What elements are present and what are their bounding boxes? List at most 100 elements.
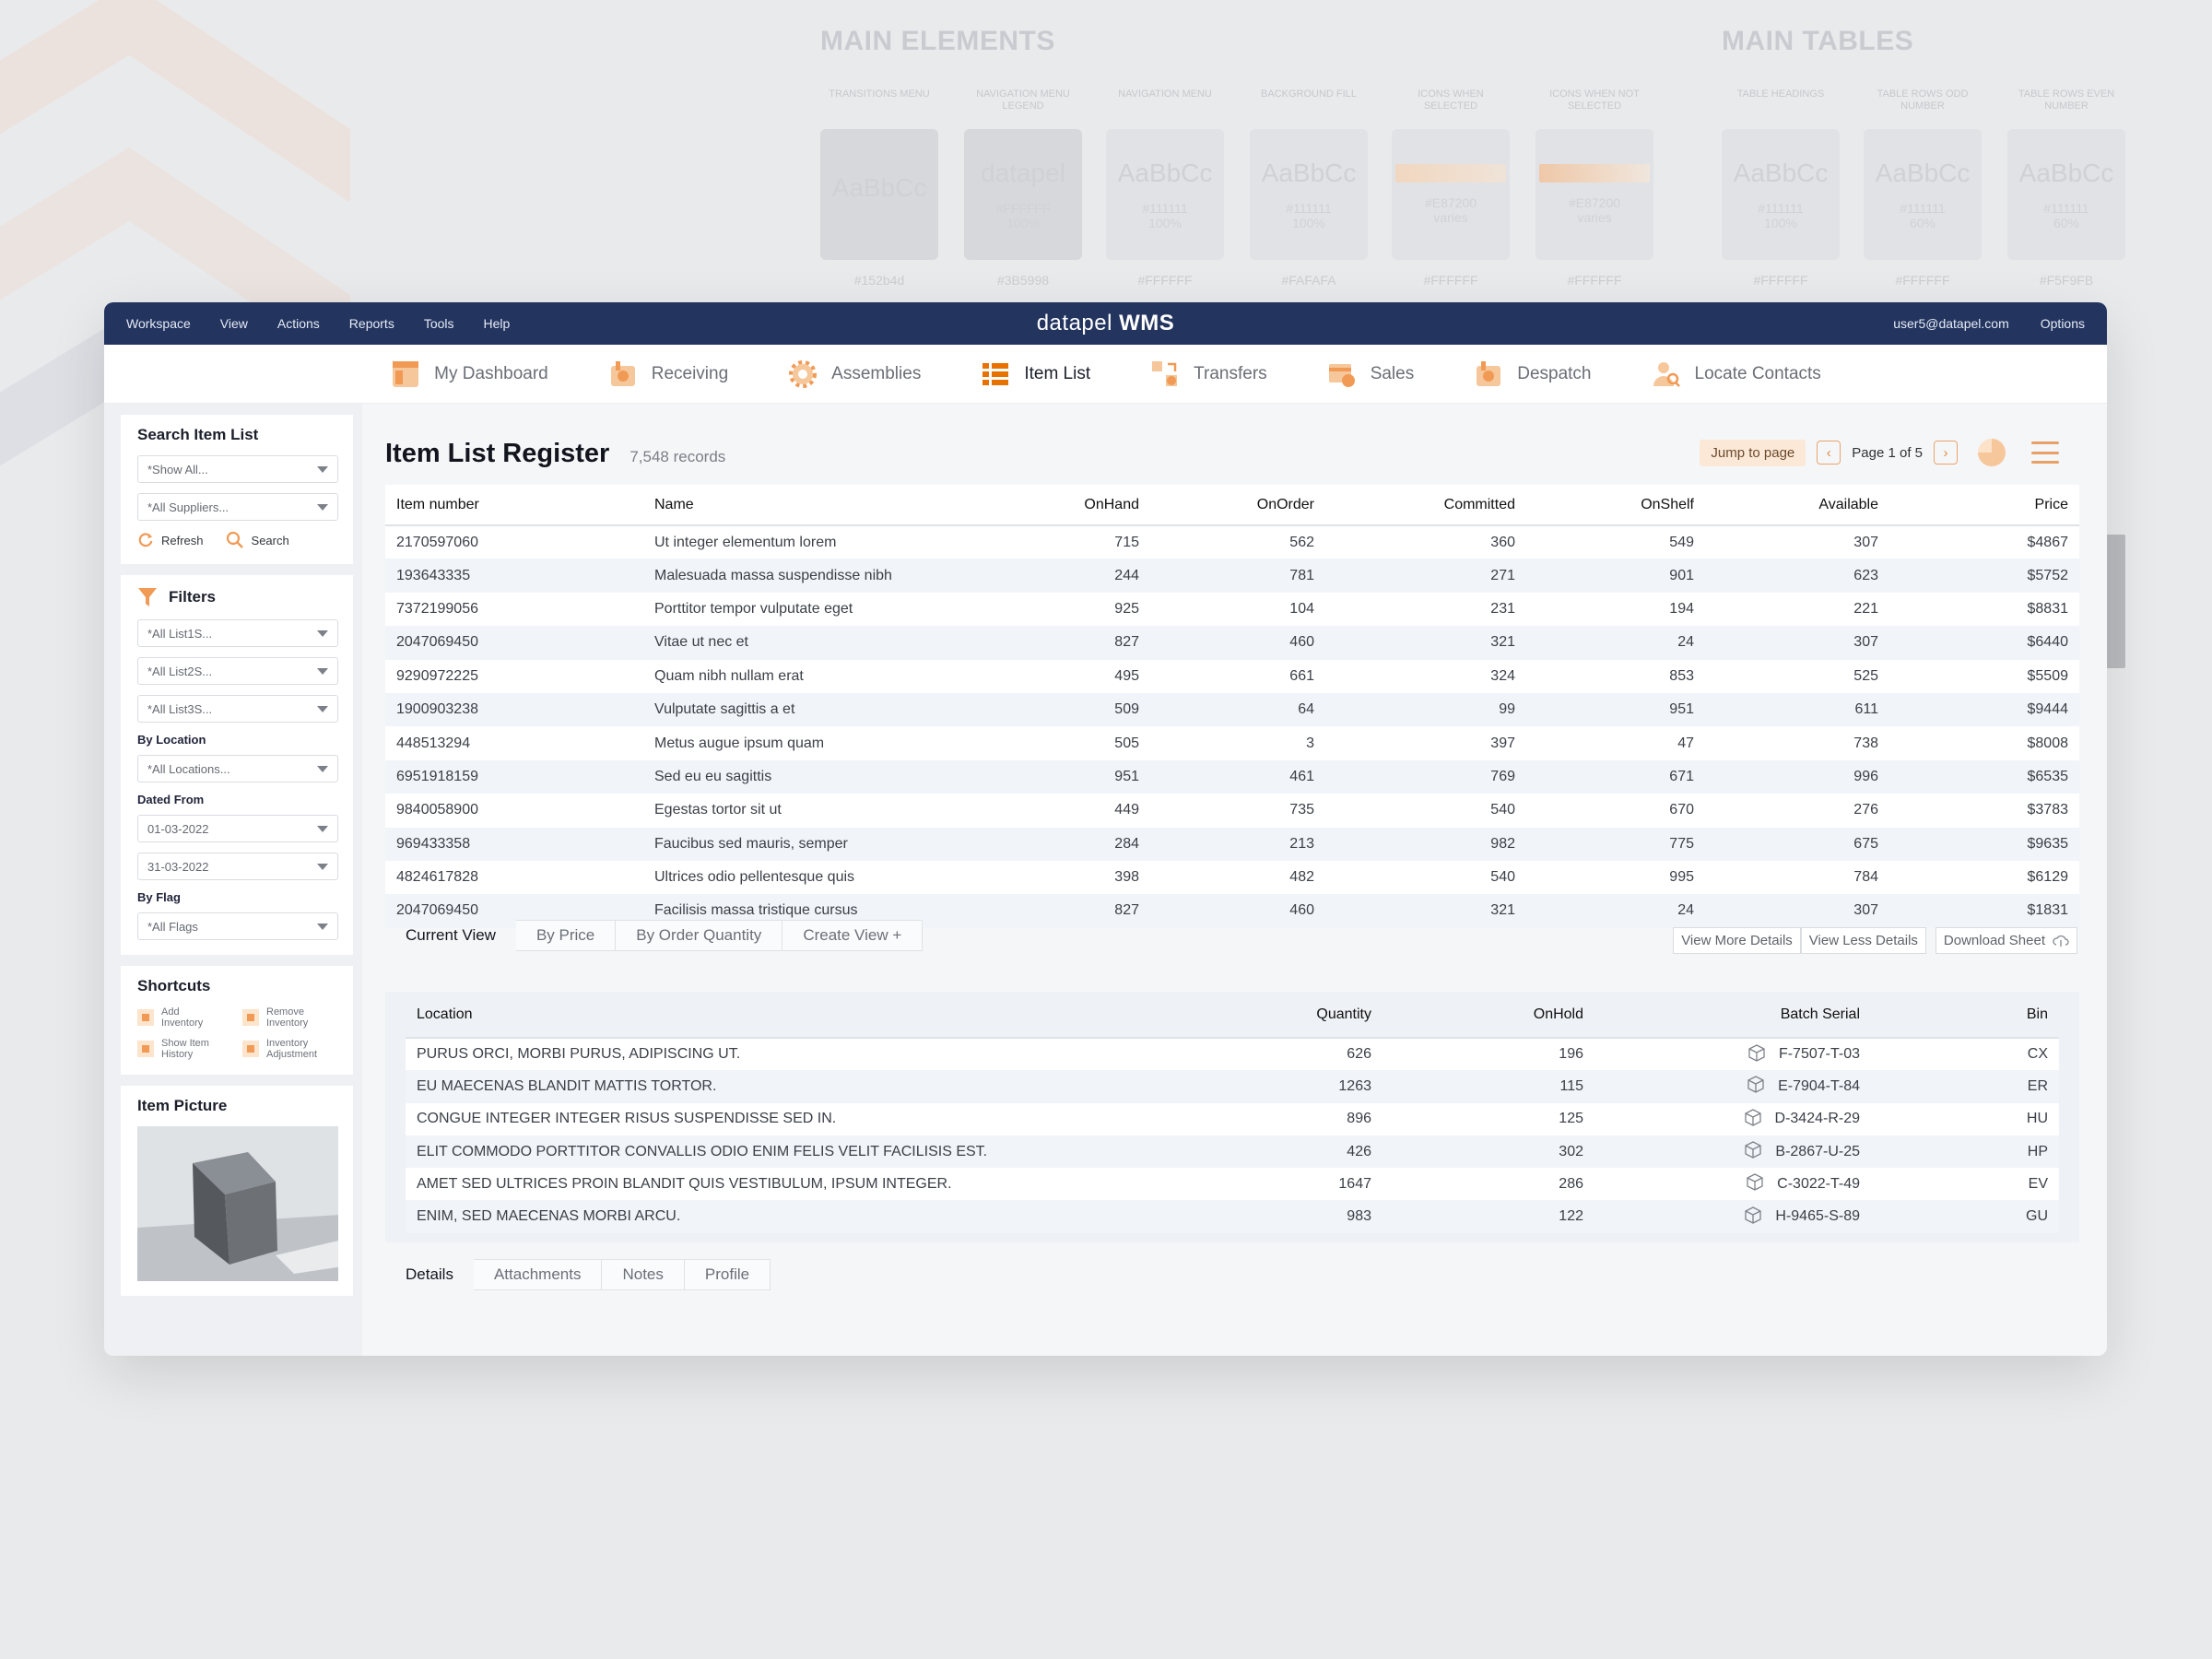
detail-table-row[interactable]: EU MAECENAS BLANDIT MATTIS TORTOR. 1263 11… bbox=[406, 1070, 2059, 1103]
detail-column-header-onhold[interactable]: OnHold bbox=[1382, 992, 1594, 1039]
tab-by-price[interactable]: By Price bbox=[515, 920, 617, 951]
table-row[interactable]: 1900903238 Vulputate sagittis a et 509 64 99… bbox=[385, 692, 2079, 727]
flag-select[interactable]: *All Flags bbox=[137, 912, 338, 940]
user-email[interactable]: user5@datapel.com bbox=[1893, 316, 2009, 331]
detail-table-row[interactable]: CONGUE INTEGER INTEGER RISUS SUSPENDISSE… bbox=[406, 1102, 2059, 1135]
batch-serial-value: B-2867-U-25 bbox=[1775, 1143, 1860, 1159]
batch-serial-value: H-9465-S-89 bbox=[1775, 1208, 1860, 1225]
top-menu-item-help[interactable]: Help bbox=[484, 316, 511, 331]
background-opacity-value: 60% bbox=[1909, 216, 1936, 230]
nav-item-locate-contacts[interactable]: Locate Contacts bbox=[1651, 359, 1821, 390]
view-more-details-button[interactable]: View More Details bbox=[1673, 927, 1801, 954]
background-fill-value: #FAFAFA bbox=[1281, 273, 1336, 288]
detail-table-row[interactable]: ELIT COMMODO PORTTITOR CONVALLIS ODIO EN… bbox=[406, 1135, 2059, 1169]
tab-by-order-quantity[interactable]: By Order Quantity bbox=[616, 920, 783, 951]
search-button[interactable]: Search bbox=[226, 531, 289, 549]
location-select[interactable]: *All Locations... bbox=[137, 755, 338, 782]
nav-item-transfers[interactable]: Transfers bbox=[1149, 359, 1267, 390]
table-row[interactable]: 9290972225 Quam nibh nullam erat 495 661 324… bbox=[385, 659, 2079, 693]
table-cell: 925 bbox=[1012, 592, 1150, 627]
tab-details[interactable]: Details bbox=[385, 1259, 474, 1290]
shortcut-button[interactable]: Remove Inventory bbox=[242, 1006, 338, 1029]
table-cell: 213 bbox=[1150, 827, 1325, 861]
batch-serial-value: D-3424-R-29 bbox=[1774, 1111, 1860, 1127]
chevron-down-icon bbox=[317, 705, 328, 712]
chevron-down-icon bbox=[317, 465, 328, 473]
filter-icon bbox=[138, 588, 157, 606]
detail-cell: 115 bbox=[1382, 1070, 1594, 1103]
column-header-onhand[interactable]: OnHand bbox=[1012, 485, 1150, 526]
show-all-select[interactable]: *Show All... bbox=[137, 455, 338, 483]
top-menu-item-view[interactable]: View bbox=[220, 316, 248, 331]
background-column-caption: NAVIGATION MENU bbox=[1118, 88, 1212, 100]
detail-column-header-bin[interactable]: Bin bbox=[1871, 992, 2059, 1039]
next-page-button[interactable]: › bbox=[1934, 441, 1958, 465]
column-header-committed[interactable]: Committed bbox=[1325, 485, 1526, 526]
shortcut-icon bbox=[242, 1009, 259, 1026]
transfer-icon bbox=[1149, 359, 1181, 390]
table-cell: 104 bbox=[1150, 592, 1325, 627]
tab-create-view[interactable]: Create View + bbox=[782, 920, 924, 951]
list1-select[interactable]: *All List1S... bbox=[137, 619, 338, 647]
table-row[interactable]: 4824617828 Ultrices odio pellentesque qui… bbox=[385, 860, 2079, 895]
detail-column-header-location[interactable]: Location bbox=[406, 992, 1198, 1039]
top-menu-item-tools[interactable]: Tools bbox=[424, 316, 454, 331]
table-cell: Faucibus sed mauris, semper bbox=[643, 827, 1012, 861]
top-menu-item-actions[interactable]: Actions bbox=[277, 316, 320, 331]
suppliers-select[interactable]: *All Suppliers... bbox=[137, 493, 338, 521]
hamburger-menu-icon[interactable] bbox=[2031, 441, 2059, 464]
download-sheet-button[interactable]: Download Sheet bbox=[1935, 927, 2077, 954]
view-less-details-button[interactable]: View Less Details bbox=[1800, 927, 1926, 954]
detail-table-row[interactable]: ENIM, SED MAECENAS MORBI ARCU. 983 122 H-94… bbox=[406, 1200, 2059, 1233]
table-row[interactable]: 9840058900 Egestas tortor sit ut 449 735 540… bbox=[385, 794, 2079, 828]
prev-page-button[interactable]: ‹ bbox=[1817, 441, 1841, 465]
column-header-onorder[interactable]: OnOrder bbox=[1150, 485, 1325, 526]
background-column-caption: TRANSITIONS MENU bbox=[829, 88, 930, 100]
refresh-button[interactable]: Refresh bbox=[137, 532, 204, 548]
detail-table-row[interactable]: AMET SED ULTRICES PROIN BLANDIT QUIS VES… bbox=[406, 1168, 2059, 1201]
tab-notes[interactable]: Notes bbox=[602, 1259, 685, 1290]
top-menu-item-workspace[interactable]: Workspace bbox=[126, 316, 191, 331]
nav-item-sales[interactable]: Sales bbox=[1326, 359, 1414, 390]
nav-item-despatch[interactable]: Despatch bbox=[1473, 359, 1592, 390]
table-row[interactable]: 2047069450 Vitae ut nec et 827 460 321 24 307 $… bbox=[385, 626, 2079, 660]
nav-item-assemblies[interactable]: Assemblies bbox=[787, 359, 921, 390]
nav-item-my-dashboard[interactable]: My Dashboard bbox=[390, 359, 548, 390]
table-row[interactable]: 969433358 Faucibus sed mauris, semper 284 2… bbox=[385, 827, 2079, 861]
top-menu-item-reports[interactable]: Reports bbox=[349, 316, 394, 331]
table-row[interactable]: 448513294 Metus augue ipsum quam 505 3 397 47… bbox=[385, 726, 2079, 760]
nav-item-receiving[interactable]: Receiving bbox=[607, 359, 728, 390]
table-cell: 1900903238 bbox=[385, 692, 643, 727]
shortcut-button[interactable]: Show Item History bbox=[137, 1038, 233, 1060]
shortcut-button[interactable]: Inventory Adjustment bbox=[242, 1038, 338, 1060]
nav-item-item-list[interactable]: Item List bbox=[980, 359, 1090, 390]
date-from-field[interactable]: 01-03-2022 bbox=[137, 815, 338, 842]
jump-to-page-button[interactable]: Jump to page bbox=[1700, 439, 1806, 466]
table-cell: $9635 bbox=[1889, 827, 2079, 861]
column-header-item-number[interactable]: Item number bbox=[385, 485, 643, 526]
shortcut-button[interactable]: Add Inventory bbox=[137, 1006, 233, 1029]
table-cell: 509 bbox=[1012, 692, 1150, 727]
table-row[interactable]: 193643335 Malesuada massa suspendisse nib… bbox=[385, 559, 2079, 593]
brand-product: WMS bbox=[1119, 311, 1175, 335]
table-row[interactable]: 2170597060 Ut integer elementum lorem 715 5… bbox=[385, 525, 2079, 559]
detail-column-header-batch-serial[interactable]: Batch Serial bbox=[1594, 992, 1871, 1039]
module-nav: My Dashboard Receiving Assemblies Item List… bbox=[104, 345, 2107, 404]
table-row[interactable]: 7372199056 Porttitor tempor vulputate ege… bbox=[385, 592, 2079, 627]
list2-select[interactable]: *All List2S... bbox=[137, 657, 338, 685]
column-header-name[interactable]: Name bbox=[643, 485, 1012, 526]
column-header-available[interactable]: Available bbox=[1705, 485, 1889, 526]
chart-toggle-icon[interactable] bbox=[1978, 439, 2006, 466]
table-row[interactable]: 6951918159 Sed eu eu sagittis 951 461 769 671… bbox=[385, 759, 2079, 794]
column-header-onshelf[interactable]: OnShelf bbox=[1526, 485, 1705, 526]
detail-column-header-quantity[interactable]: Quantity bbox=[1198, 992, 1382, 1039]
column-header-price[interactable]: Price bbox=[1889, 485, 2079, 526]
tab-current-view[interactable]: Current View bbox=[385, 920, 516, 951]
tab-profile[interactable]: Profile bbox=[684, 1259, 771, 1290]
detail-table-row[interactable]: PURUS ORCI, MORBI PURUS, ADIPISCING UT. 6… bbox=[406, 1038, 2059, 1071]
options-menu[interactable]: Options bbox=[2041, 316, 2085, 331]
date-to-field[interactable]: 31-03-2022 bbox=[137, 853, 338, 880]
tab-attachments[interactable]: Attachments bbox=[473, 1259, 603, 1290]
list3-select[interactable]: *All List3S... bbox=[137, 695, 338, 723]
nav-item-label: My Dashboard bbox=[434, 363, 548, 383]
